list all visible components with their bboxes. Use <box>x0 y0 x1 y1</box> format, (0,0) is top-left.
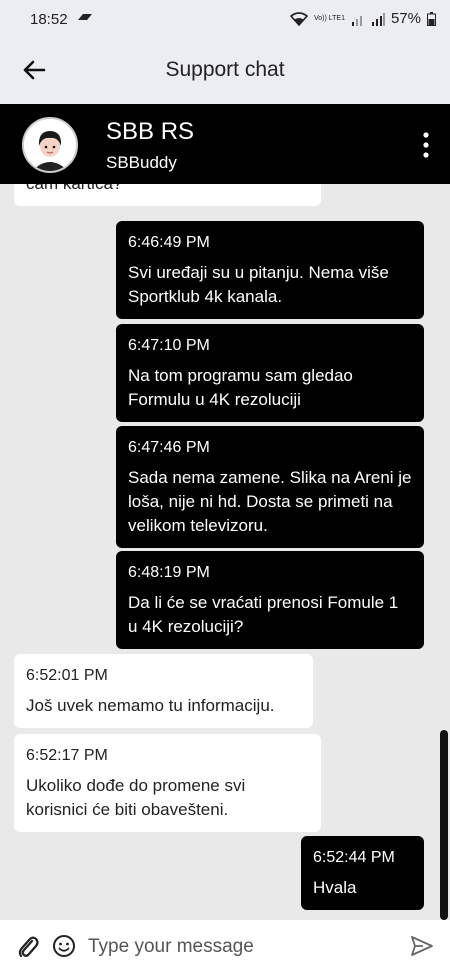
message-timestamp: 6:48:19 PM <box>128 564 210 581</box>
send-icon[interactable] <box>410 934 434 958</box>
message-bubble-incoming: cam kartica? <box>14 184 321 206</box>
message-text: Hvala <box>313 878 357 897</box>
chat-name: SBB RS <box>106 118 195 145</box>
message-bubble-outgoing: 6:48:19 PM Da li će se vraćati prenosi F… <box>116 551 424 649</box>
message-bubble-outgoing: 6:47:46 PM Sada nema zamene. Slika na Ar… <box>116 426 424 548</box>
paperclip-icon[interactable] <box>16 934 40 960</box>
message-timestamp: 6:52:01 PM <box>26 667 108 684</box>
message-bubble-outgoing: 6:47:10 PM Na tom programu sam gledao Fo… <box>116 324 424 422</box>
message-text: Na tom programu sam gledao Formulu u 4K … <box>128 366 353 409</box>
message-timestamp: 6:47:46 PM <box>128 439 210 456</box>
message-timestamp: 6:47:10 PM <box>128 337 210 354</box>
message-bubble-outgoing: 6:46:49 PM Svi uređaji su u pitanju. Nem… <box>116 221 424 319</box>
message-text: cam kartica? <box>26 184 122 193</box>
message-bubble-incoming: 6:52:17 PM Ukoliko dođe do promene svi k… <box>14 734 321 832</box>
message-timestamp: 6:46:49 PM <box>128 234 210 251</box>
message-bubble-outgoing: 6:52:44 PM Hvala <box>301 836 424 910</box>
message-timestamp: 6:52:17 PM <box>26 747 108 764</box>
message-text: Sada nema zamene. Slika na Areni je loša… <box>128 468 412 535</box>
volte-label: Vo)) LTE1 <box>313 15 345 22</box>
wifi-icon <box>289 11 308 26</box>
message-input[interactable] <box>88 932 388 962</box>
status-icons: Vo)) LTE1 57% <box>289 10 436 27</box>
message-text: Da li će se vraćati prenosi Fomule 1 u 4… <box>128 593 399 636</box>
network-activity-icon <box>78 14 92 20</box>
message-text: Ukoliko dođe do promene svi korisnici će… <box>26 776 246 819</box>
page-title: Support chat <box>165 58 285 81</box>
status-bar: 18:52 Vo)) LTE1 57% <box>0 0 450 36</box>
scrollbar-thumb[interactable] <box>440 730 448 920</box>
message-timestamp: 6:52:44 PM <box>313 849 395 866</box>
message-bubble-incoming: 6:52:01 PM Još uvek nemamo tu informacij… <box>14 654 313 728</box>
battery-icon <box>427 11 436 26</box>
agent-avatar-icon <box>24 119 76 171</box>
battery-percent: 57% <box>390 10 421 27</box>
avatar <box>22 117 78 173</box>
chat-header: SBB RS SBBuddy <box>0 104 450 184</box>
message-list[interactable]: cam kartica? 6:46:49 PM Svi uređaji su u… <box>0 184 450 920</box>
emoji-icon[interactable] <box>52 934 76 958</box>
message-composer <box>0 920 450 975</box>
status-time: 18:52 <box>30 11 68 28</box>
signal-icon-2 <box>371 12 385 26</box>
chat-subtitle: SBBuddy <box>106 153 177 172</box>
message-text: Svi uređaji su u pitanju. Nema više Spor… <box>128 263 389 306</box>
signal-icon-1 <box>351 15 362 26</box>
more-vert-icon[interactable] <box>422 132 430 158</box>
app-header: Support chat <box>0 36 450 104</box>
message-text: Još uvek nemamo tu informaciju. <box>26 696 275 715</box>
